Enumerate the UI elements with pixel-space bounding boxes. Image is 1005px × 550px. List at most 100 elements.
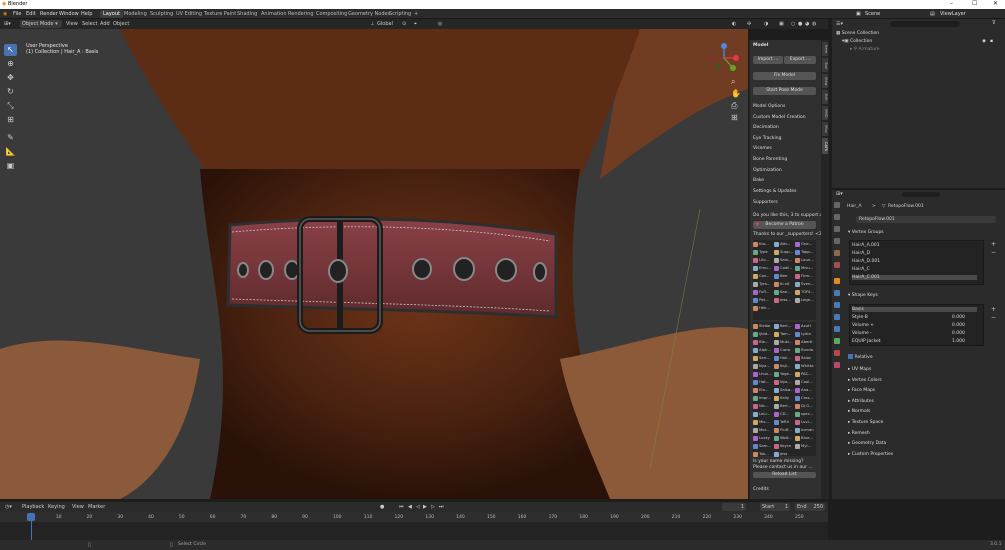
supporter-item[interactable]: Cov...	[753, 273, 773, 280]
mesh-name-field[interactable]: RetopoFlow.001	[856, 216, 996, 223]
world-tab-icon[interactable]	[834, 262, 840, 268]
camera-icon[interactable]: ⎙	[731, 101, 737, 111]
supporter-item[interactable]: Tok...	[753, 451, 773, 458]
supporter-item[interactable]: Icenan	[795, 427, 815, 434]
remove-shape-key-icon[interactable]: −	[991, 314, 996, 321]
supporter-item[interactable]: Abertl	[795, 339, 815, 346]
tab-tool[interactable]: Tool	[822, 58, 828, 72]
menu-window[interactable]: Window	[59, 11, 79, 17]
mesh-breadcrumb[interactable]: RetopoFlow.001	[888, 204, 924, 209]
supporter-item[interactable]: Sain...	[774, 257, 794, 264]
scene-tab-icon[interactable]	[834, 250, 840, 256]
panel-texture-space[interactable]: ▸ Texture Space	[848, 420, 883, 425]
editor-type-icon[interactable]: ⊞▾	[2, 20, 13, 28]
supporter-item[interactable]: Lydia	[795, 331, 815, 338]
tab-mmd[interactable]: MMD	[822, 106, 828, 120]
supporter-item[interactable]: Tam...	[774, 331, 794, 338]
section-settings-updates[interactable]: Settings & Updates	[753, 189, 796, 194]
supporter-item[interactable]: Holl...	[774, 355, 794, 362]
eye-icon[interactable]: ◉	[982, 39, 986, 44]
material-tab-icon[interactable]	[834, 350, 840, 356]
add-vertex-group-icon[interactable]: +	[991, 241, 996, 248]
tab-sculpting[interactable]: Sculpting	[147, 10, 176, 18]
navigation-gizmo[interactable]	[709, 43, 739, 73]
wrench-icon[interactable]	[834, 290, 840, 296]
supporter-item[interactable]: Lhun...	[753, 371, 773, 378]
supporter-item[interactable]: Kae...	[774, 289, 794, 296]
supporter-item[interactable]: Wolf...	[774, 435, 794, 442]
view-layer-tab-icon[interactable]	[834, 238, 840, 244]
supporter-item[interactable]: Sven...	[795, 281, 815, 288]
supporter-item[interactable]: Hek...	[753, 305, 773, 312]
supporter-item[interactable]: Type	[753, 249, 773, 256]
supporter-item[interactable]: TeRIl	[774, 419, 794, 426]
next-keyframe-icon[interactable]: ▷	[429, 503, 437, 511]
section-model-options[interactable]: Model Options	[753, 104, 785, 109]
supporter-item[interactable]: Whitta	[795, 363, 815, 370]
supporter-item[interactable]: Ble...	[753, 339, 773, 346]
maximize-icon[interactable]: ☐	[972, 0, 977, 7]
supporter-item[interactable]: Yoge...	[774, 371, 794, 378]
supporter-item[interactable]: Fluff...	[774, 427, 794, 434]
list-item[interactable]: HairA_C	[852, 267, 870, 272]
section-bone-parenting[interactable]: Bone Parenting	[753, 157, 787, 162]
supporter-item[interactable]: spec...	[795, 411, 815, 418]
menu-playback[interactable]: Playback	[20, 503, 46, 511]
supporter-item[interactable]: Supp...	[774, 249, 794, 256]
supporter-item[interactable]: Lucky	[753, 435, 773, 442]
supporter-item[interactable]: CD...	[774, 411, 794, 418]
shape-key-row[interactable]: Volume - 0.000	[852, 331, 977, 336]
tab-cats[interactable]: CATS	[822, 138, 828, 154]
supporter-item[interactable]: Mor...	[753, 427, 773, 434]
supporter-item[interactable]: Gne...	[795, 241, 815, 248]
skip-start-icon[interactable]: ⏮	[397, 503, 406, 511]
supporter-item[interactable]: Alph...	[753, 347, 773, 354]
supporter-item[interactable]: AzuH	[795, 323, 815, 330]
playhead[interactable]	[27, 513, 35, 521]
timeline-editor-icon[interactable]: ◷▾	[3, 503, 14, 511]
tab-scripting[interactable]: Scripting	[386, 10, 414, 18]
supporter-item[interactable]: Emu...	[753, 265, 773, 272]
tool-tab-icon[interactable]	[834, 202, 840, 208]
annotate-icon[interactable]: ✎	[4, 132, 17, 144]
supporter-item[interactable]: Berl...	[774, 323, 794, 330]
select-tool-icon[interactable]: ↖	[4, 44, 17, 56]
outliner-search-input[interactable]	[890, 21, 960, 27]
supporter-item[interactable]: LeLi...	[753, 411, 773, 418]
menu-help[interactable]: Help	[81, 11, 92, 17]
constraints-tab-icon[interactable]	[834, 326, 840, 332]
supporter-item[interactable]: Firm...	[795, 273, 815, 280]
outliner-collection[interactable]: ▾▣ Collection ◉ ▪	[832, 39, 1005, 46]
supporter-item[interactable]: Cool...	[795, 379, 815, 386]
menu-file[interactable]: File	[13, 11, 21, 17]
scale-icon[interactable]: ⤡	[4, 100, 17, 112]
physics-tab-icon[interactable]	[834, 314, 840, 320]
cursor-icon[interactable]: ⊕	[4, 58, 17, 70]
outliner-armature[interactable]: ▸ ⚲ Armature	[832, 47, 1005, 54]
panel-uv-maps[interactable]: ▸ UV Maps	[848, 367, 871, 372]
end-frame-field[interactable]: End 250	[795, 503, 825, 511]
supporter-item[interactable]: Ki.vK	[774, 281, 794, 288]
supporter-item[interactable]: Jess...	[774, 297, 794, 304]
become-patron-button[interactable]: Become a Patron	[753, 221, 816, 229]
shape-key-value[interactable]: 0.000	[952, 331, 965, 336]
shape-key-value[interactable]: 0.000	[952, 315, 965, 320]
fix-model-button[interactable]: Fix Model	[753, 72, 816, 80]
menu-add[interactable]: Add	[98, 20, 112, 28]
xray-icon[interactable]: ▣	[777, 20, 786, 28]
timeline-track[interactable]: 1102030405060708090100110120130140150160…	[0, 512, 828, 540]
filter-icon[interactable]: ⊽	[992, 20, 996, 26]
supporter-item[interactable]: Pet...	[753, 297, 773, 304]
menu-select[interactable]: Select	[80, 20, 99, 28]
tab-item[interactable]: Item	[822, 42, 828, 56]
shape-key-value[interactable]: 1.000	[952, 339, 965, 344]
view-layer-name[interactable]: ViewLayer	[940, 11, 966, 17]
import-button[interactable]: Import ...	[753, 56, 783, 64]
tab-misc[interactable]: Misc	[822, 122, 828, 136]
zoom-icon[interactable]: ⌕	[731, 77, 735, 87]
supporter-item[interactable]: Impr...	[753, 395, 773, 402]
properties-editor-icon[interactable]: ⊞▾	[836, 191, 843, 197]
supporter-item[interactable]: Myl...	[795, 443, 815, 450]
supporter-item[interactable]: jess	[774, 451, 794, 458]
skip-end-icon[interactable]: ⏭	[437, 503, 446, 511]
